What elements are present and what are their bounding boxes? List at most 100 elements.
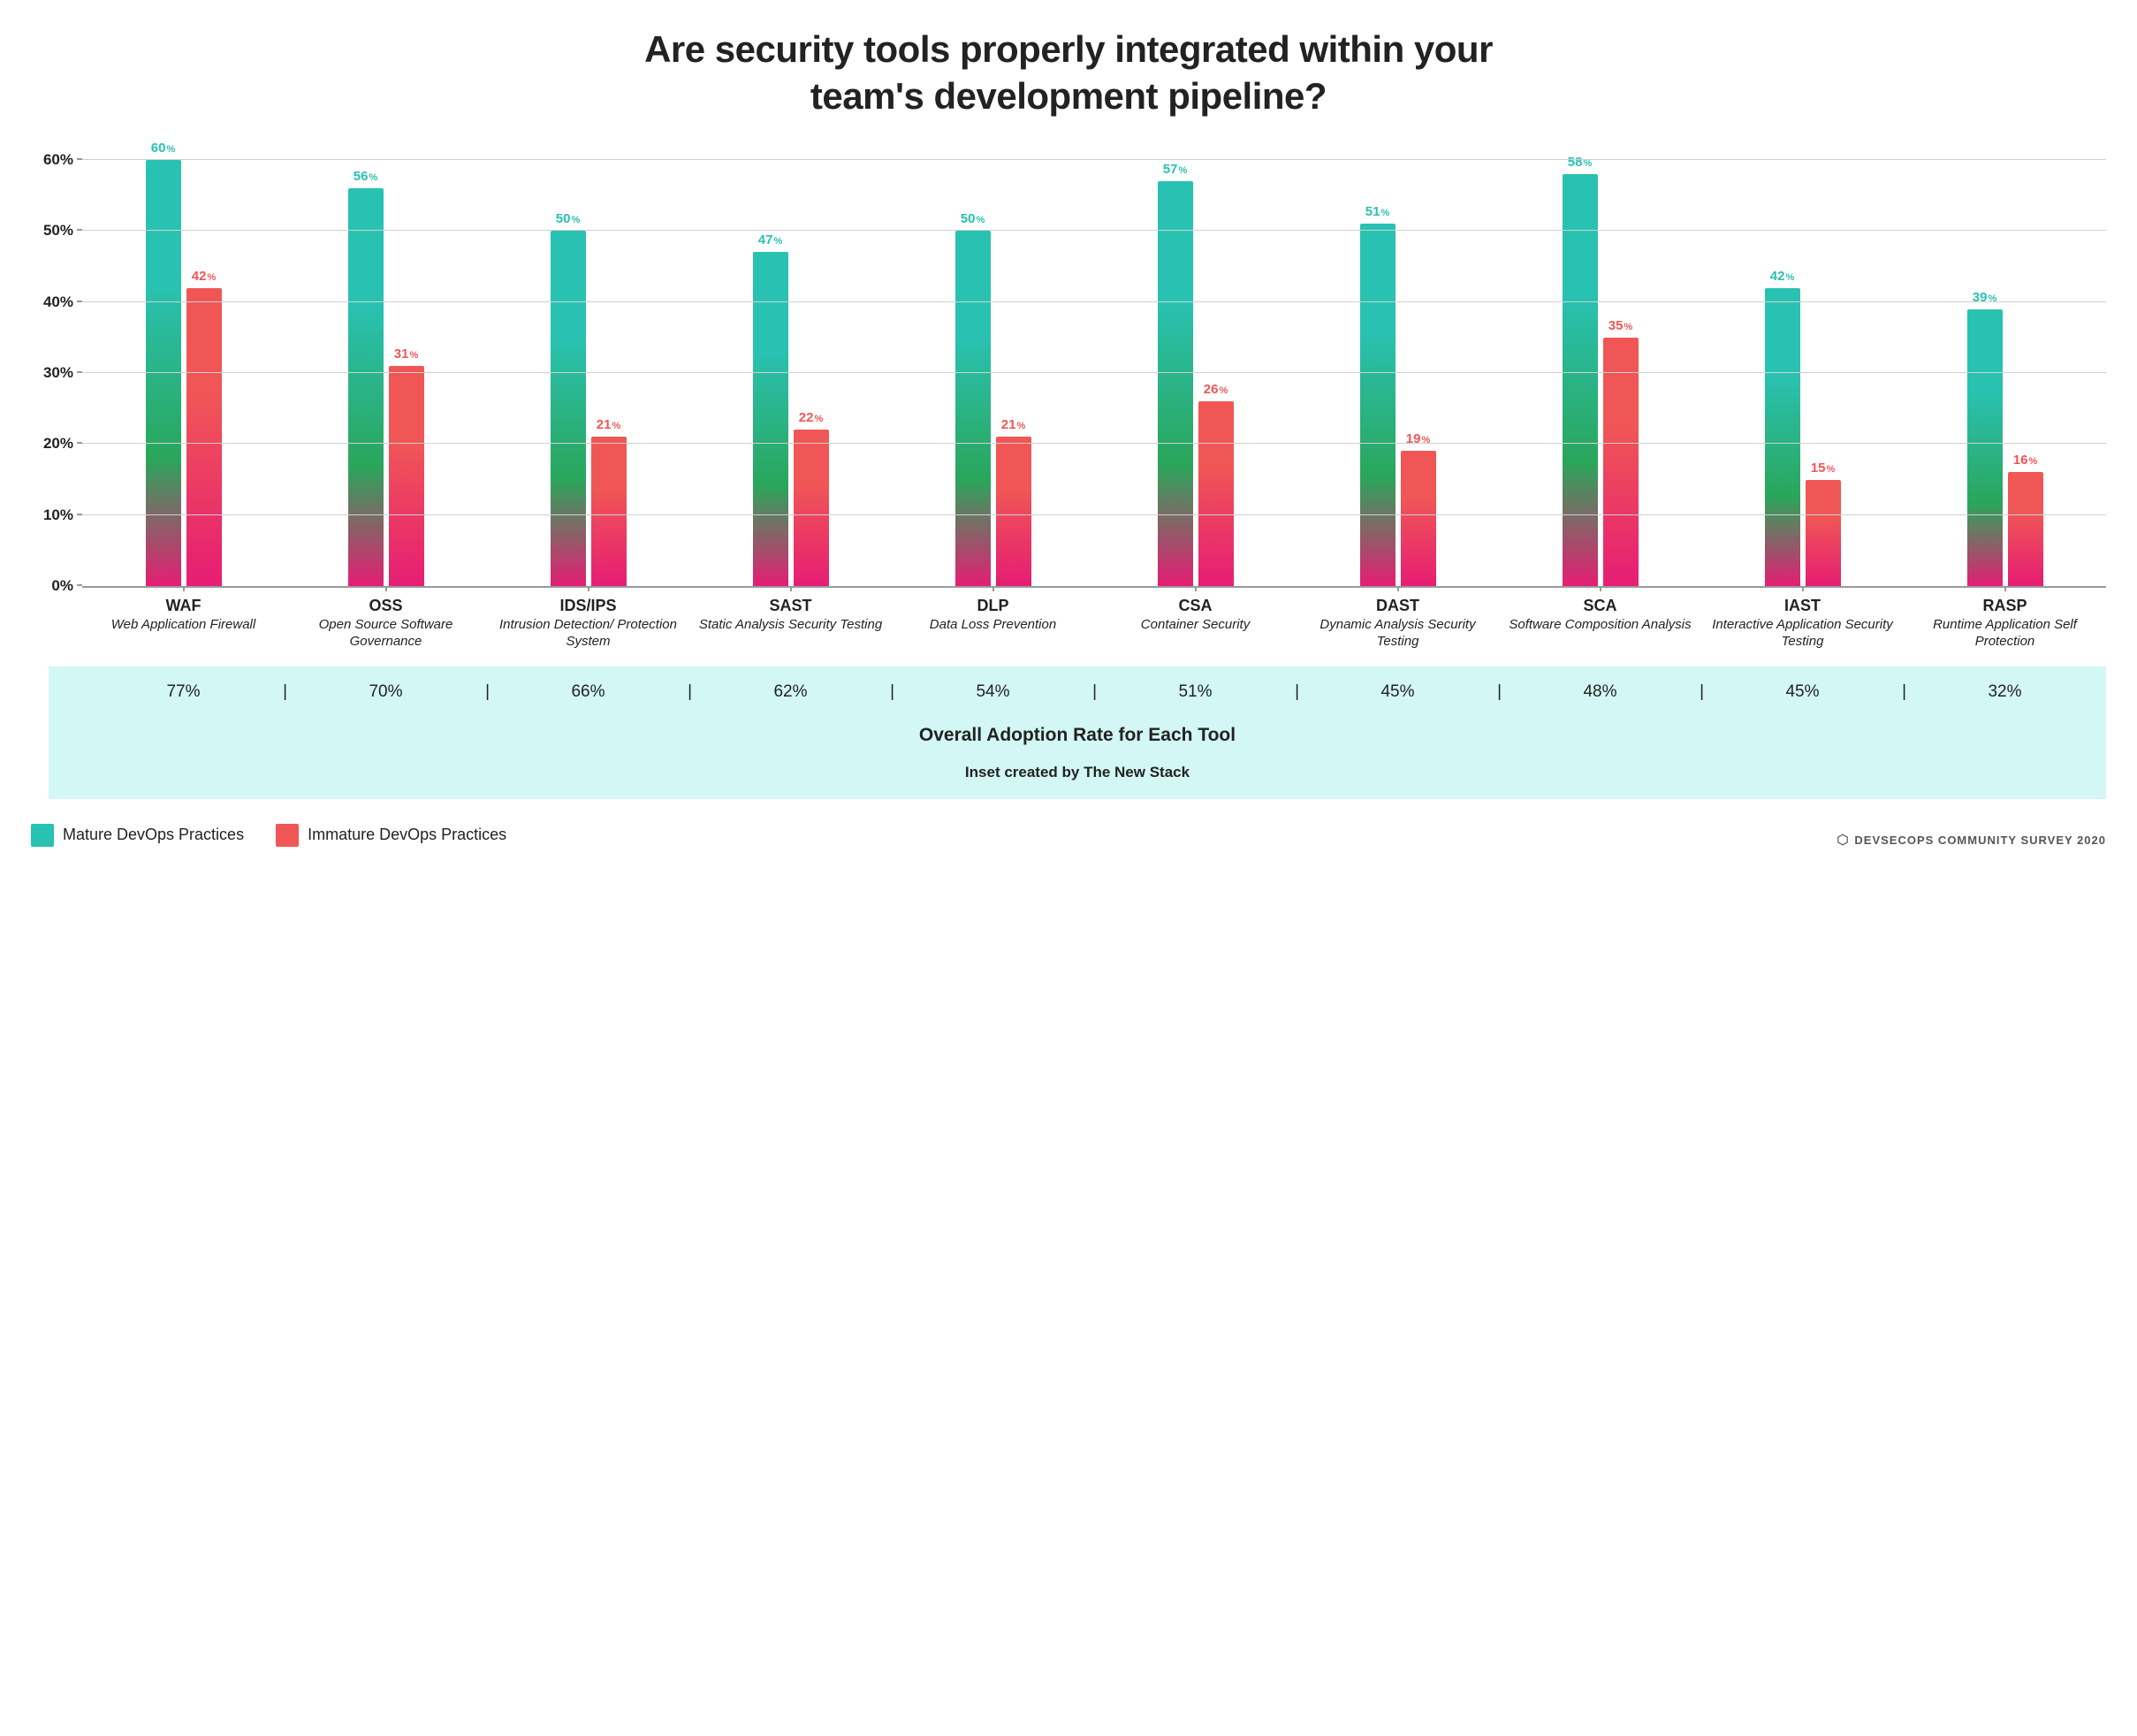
legend: Mature DevOps Practices Immature DevOps … <box>31 824 506 847</box>
bar-immature: 15% <box>1806 480 1841 586</box>
y-tick-mark <box>77 158 82 160</box>
x-tick-mark <box>588 586 589 591</box>
bar-value-label: 56% <box>354 169 377 184</box>
adoption-value: 70% <box>285 682 487 702</box>
y-tick-mark <box>77 371 82 373</box>
x-tick-mark <box>1600 586 1601 591</box>
source-text: DEVSECOPS COMMUNITY SURVEY 2020 <box>1854 834 2106 847</box>
x-axis-label: SCA Software Composition Analysis <box>1499 597 1701 651</box>
adoption-value: 32% <box>1904 682 2106 702</box>
category-abbr: IDS/IPS <box>489 597 688 615</box>
bar-value-label: 22% <box>799 410 823 425</box>
y-tick-label: 10% <box>29 506 73 524</box>
x-axis-label: CSAContainer Security <box>1094 597 1297 651</box>
category-abbr: SCA <box>1501 597 1700 615</box>
x-tick-mark <box>992 586 994 591</box>
y-tick-label: 60% <box>29 151 73 169</box>
bar-value-label: 42% <box>1770 269 1794 284</box>
adoption-band: 77%70%66%62%54%51%45%48%45%32% Overall A… <box>49 666 2106 799</box>
gridline <box>82 230 2106 231</box>
legend-immature-label: Immature DevOps Practices <box>308 826 506 844</box>
category-abbr: RASP <box>1905 597 2104 615</box>
category-full: Static Analysis Security Testing <box>691 617 890 634</box>
legend-mature-label: Mature DevOps Practices <box>63 826 244 844</box>
adoption-value: 45% <box>1297 682 1499 702</box>
bar-value-label: 47% <box>758 232 782 247</box>
bar-group: 57%26% <box>1094 146 1297 586</box>
bar-group: 60%42% <box>82 146 285 586</box>
bar-value-label: 50% <box>961 211 985 226</box>
hexagon-icon <box>1837 834 1849 846</box>
bar-value-label: 31% <box>394 346 418 362</box>
bar-mature: 57% <box>1158 181 1193 586</box>
bar-immature: 21% <box>996 437 1031 586</box>
category-abbr: DLP <box>894 597 1092 615</box>
x-tick-mark <box>385 586 387 591</box>
bar-value-label: 15% <box>1811 461 1835 476</box>
category-full: Software Composition Analysis <box>1501 617 1700 634</box>
chart-area: 60%42%56%31%50%21%47%22%50%21%57%26%51%1… <box>22 146 2115 588</box>
gridline <box>82 159 2106 160</box>
bar-value-label: 39% <box>1973 290 1996 305</box>
category-abbr: OSS <box>286 597 485 615</box>
legend-item-immature: Immature DevOps Practices <box>276 824 506 847</box>
y-tick-mark <box>77 584 82 586</box>
gridline <box>82 514 2106 515</box>
x-axis-label: IDS/IPS Intrusion Detection/ Protection S… <box>487 597 689 651</box>
bar-value-label: 57% <box>1163 162 1187 177</box>
bar-groups: 60%42%56%31%50%21%47%22%50%21%57%26%51%1… <box>82 146 2106 586</box>
bar-immature: 35% <box>1603 338 1639 586</box>
x-tick-mark <box>790 586 792 591</box>
gridline <box>82 301 2106 302</box>
x-axis-label: DLPData Loss Prevention <box>892 597 1094 651</box>
adoption-value: 62% <box>689 682 892 702</box>
plot-area: 60%42%56%31%50%21%47%22%50%21%57%26%51%1… <box>82 146 2106 588</box>
x-axis-label: IAST Interactive Application Security Tes… <box>1701 597 1904 651</box>
chart-title: Are security tools properly integrated w… <box>627 27 1510 119</box>
adoption-value: 48% <box>1499 682 1701 702</box>
bar-value-label: 16% <box>2013 453 2037 468</box>
adoption-value: 66% <box>487 682 689 702</box>
inset-credit: Inset created by The New Stack <box>49 764 2106 781</box>
bar-immature: 21% <box>591 437 627 586</box>
adoption-title: Overall Adoption Rate for Each Tool <box>49 725 2106 746</box>
y-tick-mark <box>77 514 82 515</box>
bar-immature: 42% <box>186 288 222 586</box>
category-full: Runtime Application Self Protection <box>1905 617 2104 651</box>
bar-group: 58%35% <box>1499 146 1701 586</box>
bar-mature: 58% <box>1563 174 1598 586</box>
y-tick-label: 0% <box>29 577 73 595</box>
bar-group: 39% 16% <box>1904 146 2106 586</box>
bar-mature: 50% <box>955 231 991 586</box>
bar-value-label: 42% <box>192 269 216 284</box>
category-abbr: CSA <box>1096 597 1295 615</box>
x-axis-label: RASP Runtime Application Self Protection <box>1904 597 2106 651</box>
x-axis-label: DASTDynamic Analysis Security Testing <box>1297 597 1499 651</box>
bar-group: 47% 22% <box>689 146 892 586</box>
gridline <box>82 372 2106 373</box>
bar-immature: 19% <box>1401 451 1436 586</box>
bar-value-label: 21% <box>1001 417 1025 432</box>
bar-value-label: 19% <box>1406 431 1430 446</box>
bar-immature: 31% <box>389 366 424 586</box>
category-full: Intrusion Detection/ Protection System <box>489 617 688 651</box>
source-credit: DEVSECOPS COMMUNITY SURVEY 2020 <box>1837 834 2106 847</box>
category-abbr: IAST <box>1703 597 1902 615</box>
category-full: Dynamic Analysis Security Testing <box>1298 617 1497 651</box>
bar-value-label: 21% <box>597 417 620 432</box>
bar-group: 51%19% <box>1297 146 1499 586</box>
x-axis-label: WAFWeb Application Firewall <box>82 597 285 651</box>
x-tick-mark <box>1802 586 1804 591</box>
category-full: Interactive Application Security Testing <box>1703 617 1902 651</box>
adoption-value: 54% <box>892 682 1094 702</box>
legend-row: Mature DevOps Practices Immature DevOps … <box>22 824 2115 847</box>
bar-value-label: 50% <box>556 211 580 226</box>
bar-mature: 42% <box>1765 288 1800 586</box>
x-tick-mark <box>2004 586 2006 591</box>
x-tick-mark <box>1195 586 1197 591</box>
bar-immature: 16% <box>2008 472 2043 586</box>
x-axis-labels: WAFWeb Application FirewallOSSOpen Sourc… <box>22 597 2115 651</box>
category-abbr: SAST <box>691 597 890 615</box>
y-tick-mark <box>77 229 82 231</box>
bar-mature: 51% <box>1360 224 1396 586</box>
